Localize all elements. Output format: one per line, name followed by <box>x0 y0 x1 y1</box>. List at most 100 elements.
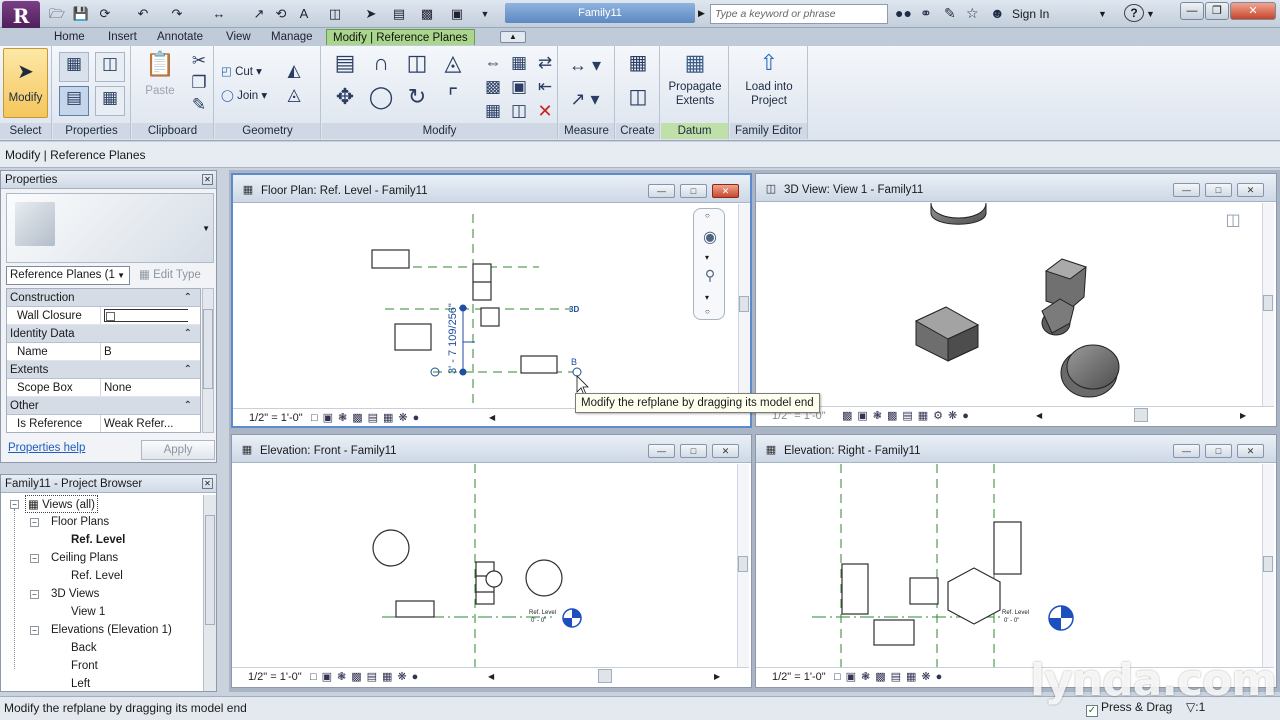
tree-item-back[interactable]: Back <box>71 639 97 657</box>
wall-joins-icon[interactable]: ◭ <box>283 60 305 82</box>
tag-icon[interactable]: ⟲ <box>272 5 290 23</box>
close-button[interactable]: ✕ <box>1230 2 1276 20</box>
floor-plan-view[interactable]: ▦ Floor Plan: Ref. Level - Family11 — □ … <box>231 173 752 428</box>
create-similar-icon[interactable]: ◫ <box>624 86 652 114</box>
scrollbar-thumb[interactable] <box>203 309 213 389</box>
dimension-icon[interactable]: ↗ <box>250 5 268 23</box>
ribbon-minimize-toggle[interactable]: ▲ <box>500 31 526 43</box>
viewcube-icon[interactable]: ◫ <box>1223 210 1243 230</box>
chevron-down-icon[interactable]: ▼ <box>202 224 210 233</box>
group-construction[interactable]: Construction ⌃ <box>7 289 200 307</box>
align-icon[interactable]: ▤ <box>330 52 360 82</box>
favorites-icon[interactable]: ☆ <box>966 5 979 22</box>
communication-icon[interactable]: ✎ <box>944 5 956 22</box>
copy-element-icon[interactable]: ◯ <box>366 86 396 116</box>
minimize-view-button[interactable]: — <box>1173 444 1200 458</box>
plane-end-grip[interactable] <box>572 367 582 377</box>
close-icon[interactable]: ✕ <box>202 478 213 489</box>
scroll-right-icon[interactable]: ▶ <box>714 668 720 686</box>
move-icon[interactable]: ✥ <box>330 86 360 116</box>
3d-canvas[interactable] <box>756 203 1262 405</box>
maximize-view-button[interactable]: □ <box>680 444 707 458</box>
properties-icon[interactable]: ▤ <box>59 86 89 116</box>
tree-item-views-all[interactable]: ▦ Views (all) <box>25 495 98 513</box>
tab-insert[interactable]: Insert <box>102 29 143 45</box>
group-other[interactable]: Other ⌃ <box>7 397 200 415</box>
level-head-marker[interactable] <box>1048 605 1074 631</box>
reference-plane-name[interactable]: B <box>571 357 577 367</box>
level-elevation[interactable]: 0' - 0" <box>1004 618 1019 624</box>
tree-item-left[interactable]: Left <box>71 675 90 693</box>
level-name[interactable]: Ref. Level <box>529 610 556 616</box>
split-element-icon[interactable]: ⇔ <box>482 52 504 74</box>
steering-wheel-icon[interactable]: ◉ <box>699 227 721 251</box>
view-scale[interactable]: 1/2" = 1'-0" <box>248 668 302 686</box>
redo-icon[interactable]: ↷ <box>168 5 186 23</box>
sync-icon[interactable]: ⟳ <box>96 5 114 23</box>
tab-manage[interactable]: Manage <box>265 29 319 45</box>
level-head-marker[interactable] <box>562 608 582 628</box>
maximize-view-button[interactable]: □ <box>1205 183 1232 197</box>
chevron-down-icon[interactable]: ▼ <box>476 5 494 23</box>
application-menu-button[interactable]: R <box>2 1 40 31</box>
type-properties-icon[interactable]: ▦ <box>95 86 125 116</box>
section-icon[interactable]: ➤ <box>362 5 380 23</box>
tab-home[interactable]: Home <box>48 29 91 45</box>
group-identity-data[interactable]: Identity Data ⌃ <box>7 325 200 343</box>
floor-plan-canvas[interactable]: 3' - 7 109/256" 3D B <box>233 204 735 408</box>
extrusion-outline[interactable] <box>520 355 558 374</box>
measure-icon[interactable]: ↔ <box>210 5 228 23</box>
property-value[interactable]: Weak Refer... <box>100 415 188 432</box>
level-elevation[interactable]: 0' - 0" <box>531 618 546 624</box>
unpin-icon[interactable]: ▣ <box>508 76 530 98</box>
tree-item-ref-level-ceiling[interactable]: Ref. Level <box>71 567 123 585</box>
modify-button[interactable]: ➤ Modify <box>3 48 48 118</box>
chevron-down-icon[interactable]: ▾ <box>705 253 709 262</box>
scrollbar-thumb[interactable] <box>598 669 612 683</box>
close-view-button[interactable]: ✕ <box>1237 183 1264 197</box>
key-icon[interactable]: ⚭ <box>920 5 932 22</box>
reference-plane-name[interactable]: 3D <box>569 305 579 314</box>
extrusion-outline[interactable] <box>841 563 869 615</box>
help-icon[interactable]: ? <box>1124 4 1144 22</box>
3d-cylinder[interactable] <box>930 203 987 225</box>
switch-windows-icon[interactable]: ▣ <box>448 5 466 23</box>
property-value[interactable]: B <box>100 343 188 360</box>
view-scale[interactable]: 1/2" = 1'-0" <box>772 668 826 686</box>
extrusion-outline[interactable] <box>480 307 500 327</box>
tab-modify-reference-planes[interactable]: Modify | Reference Planes <box>326 29 475 45</box>
collapse-toggle[interactable]: − <box>30 590 39 599</box>
scale-icon[interactable]: ⇄ <box>534 52 556 74</box>
search-input[interactable]: Type a keyword or phrase <box>710 4 888 24</box>
mirror-pick-axis-icon[interactable]: ◫ <box>402 52 432 82</box>
close-hidden-icon[interactable]: ▩ <box>418 5 436 23</box>
extrusion-outline[interactable] <box>372 529 410 567</box>
create-group-icon[interactable]: ▦ <box>624 52 652 80</box>
vertical-scrollbar[interactable] <box>738 204 750 408</box>
scroll-left-icon[interactable]: ◀ <box>488 668 494 686</box>
property-value[interactable]: None <box>100 379 188 396</box>
level-name[interactable]: Ref. Level <box>1002 610 1029 616</box>
nav-bar-close-icon[interactable]: ○ <box>705 211 710 220</box>
group-extents[interactable]: Extents ⌃ <box>7 361 200 379</box>
maximize-view-button[interactable]: □ <box>680 184 707 198</box>
edit-type-button[interactable]: ▦ Edit Type <box>139 267 201 281</box>
properties-scrollbar[interactable] <box>202 288 214 433</box>
delete-icon[interactable]: ✕ <box>534 100 556 122</box>
properties-help-link[interactable]: Properties help <box>8 442 85 454</box>
sign-in-button[interactable]: Sign In <box>1012 7 1049 21</box>
wall-closure-checkbox[interactable] <box>104 309 188 322</box>
open-icon[interactable]: 🗁 <box>48 5 66 23</box>
tree-item-view-1[interactable]: View 1 <box>71 603 105 621</box>
chevron-down-icon[interactable]: ▾ <box>705 293 709 302</box>
maximize-view-button[interactable]: □ <box>1205 444 1232 458</box>
trim-extend-icon[interactable]: ⌜ <box>438 86 468 116</box>
tree-item-3d-views[interactable]: 3D Views <box>51 585 99 603</box>
vertical-scrollbar[interactable] <box>1262 203 1274 407</box>
chevron-down-icon[interactable]: ▼ <box>1098 9 1107 19</box>
undo-icon[interactable]: ↶ <box>134 5 152 23</box>
pin-icon[interactable]: ▩ <box>482 76 504 98</box>
measure-between-icon[interactable]: ↔ ▾ <box>565 54 605 76</box>
collapse-toggle[interactable]: − <box>30 554 39 563</box>
minimize-button[interactable]: — <box>1180 2 1204 20</box>
